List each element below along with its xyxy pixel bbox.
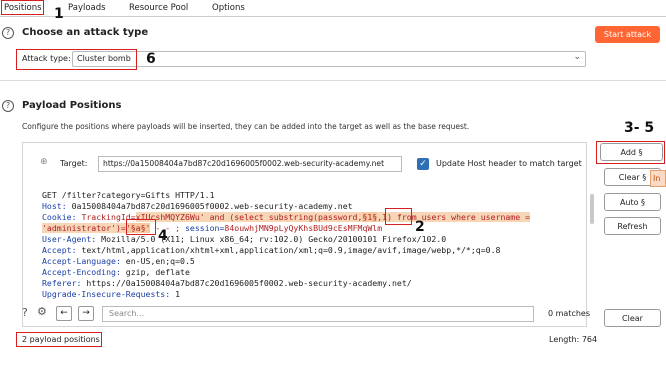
match-count: 0 matches — [548, 309, 591, 318]
header-name: Host: — [42, 201, 67, 211]
request-line-1[interactable]: GET /filter?category=Gifts HTTP/1.1 — [42, 190, 215, 201]
payload-positions-description: Configure the positions where payloads w… — [22, 122, 470, 131]
request-line-4[interactable]: 'administrator')='§a§' - - ; session=84o… — [42, 223, 382, 234]
clear-button[interactable]: Clear — [604, 309, 661, 327]
request-line-text: GET /filter?category=Gifts HTTP/1.1 — [42, 190, 215, 200]
update-host-label: Update Host header to match target — [436, 159, 582, 168]
search-placeholder: Search... — [109, 309, 145, 318]
help-icon[interactable]: ? — [22, 306, 28, 319]
update-host-checkbox[interactable]: ✓ — [417, 158, 429, 170]
request-line-2[interactable]: Host: 0a15008404a7bd87c20d1696005f0002.w… — [42, 201, 353, 212]
target-input[interactable]: https://0a15008404a7bd87c20d1696005f0002… — [98, 156, 402, 172]
request-line-7[interactable]: Accept-Language: en-US,en;q=0.5 — [42, 256, 195, 267]
cookie-name: session= — [184, 223, 225, 233]
gear-icon[interactable]: ⚙ — [37, 305, 47, 318]
tooltip-fragment: In — [650, 170, 666, 187]
annotation-4: 4 — [158, 228, 168, 244]
header-value: en-US,en;q=0.5 — [120, 256, 195, 266]
annotation-box-marker-1 — [385, 208, 412, 225]
annotation-3-5: 3- 5 — [624, 120, 655, 136]
request-line-8[interactable]: Accept-Encoding: gzip, deflate — [42, 267, 190, 278]
cookie-value: 84ouwhjMN9pLyQyKhsBUd9cEsMFMqWlm — [224, 223, 383, 233]
header-value: 0a15008404a7bd87c20d1696005f0002.web-sec… — [66, 201, 353, 211]
annotation-box-attack-type — [16, 49, 137, 70]
header-value: text/html,application/xhtml+xml,applicat… — [76, 245, 501, 255]
scrollbar-thumb[interactable] — [590, 194, 594, 224]
annotation-2: 2 — [415, 219, 425, 235]
request-line-10[interactable]: Upgrade-Insecure-Requests: 1 — [42, 289, 180, 300]
header-name: Accept: — [42, 245, 77, 255]
header-value: 1 — [170, 289, 181, 299]
tab-resource-pool[interactable]: Resource Pool — [129, 0, 188, 16]
header-name: Cookie: — [42, 212, 77, 222]
header-value: https://0a15008404a7bd87c20d1696005f0002… — [81, 278, 412, 288]
header-value: gzip, deflate — [120, 267, 190, 277]
target-label: Target: — [60, 159, 88, 168]
tab-payloads[interactable]: Payloads — [68, 0, 106, 16]
crosshair-icon: ⊕ — [40, 157, 48, 167]
header-name: Accept-Encoding: — [42, 267, 121, 277]
add-marker-button[interactable]: Add § — [600, 143, 663, 161]
annotation-1: 1 — [54, 6, 64, 22]
header-name: Upgrade-Insecure-Requests: — [42, 289, 171, 299]
chevron-down-icon: ⌄ — [573, 52, 581, 62]
request-line-9[interactable]: Referer: https://0a15008404a7bd87c20d169… — [42, 278, 412, 289]
header-value: Mozilla/5.0 (X11; Linux x86_64; rv:102.0… — [96, 234, 447, 244]
header-name: User-Agent: — [42, 234, 97, 244]
annotation-box-count — [16, 332, 102, 347]
search-input[interactable]: Search... — [102, 306, 534, 322]
previous-match-button[interactable]: ← — [56, 306, 72, 321]
editor-scrollbar[interactable] — [588, 190, 596, 290]
start-attack-button[interactable]: Start attack — [595, 26, 660, 43]
annotation-6: 6 — [146, 51, 156, 67]
header-name: Referer: — [42, 278, 82, 288]
tab-divider — [0, 16, 666, 17]
payload-region: xIUcshMQYZ6Wu' and (select substring(pas… — [135, 212, 363, 222]
header-name: Accept-Language: — [42, 256, 121, 266]
next-match-button[interactable]: → — [78, 306, 94, 321]
request-length: Length: 764 — [549, 335, 598, 344]
help-icon[interactable]: ? — [2, 100, 14, 112]
annotation-box-marker-2 — [126, 219, 156, 235]
tab-options[interactable]: Options — [212, 0, 245, 16]
payload-region: 'administrator')= — [42, 223, 126, 233]
request-line-5[interactable]: User-Agent: Mozilla/5.0 (X11; Linux x86_… — [42, 234, 446, 245]
help-icon[interactable]: ? — [2, 27, 14, 39]
auto-marker-button[interactable]: Auto § — [604, 193, 661, 211]
target-input-value: https://0a15008404a7bd87c20d1696005f0002… — [103, 159, 385, 168]
section-divider — [0, 80, 666, 81]
request-line-6[interactable]: Accept: text/html,application/xhtml+xml,… — [42, 245, 500, 256]
annotation-box-tab — [1, 0, 44, 15]
refresh-button[interactable]: Refresh — [604, 217, 661, 235]
payload-marker-1: §1§ — [362, 212, 378, 222]
request-line-3[interactable]: Cookie: TrackingId=xIUcshMQYZ6Wu' and (s… — [42, 212, 531, 223]
attack-type-heading: Choose an attack type — [22, 27, 149, 38]
payload-positions-heading: Payload Positions — [22, 100, 122, 111]
